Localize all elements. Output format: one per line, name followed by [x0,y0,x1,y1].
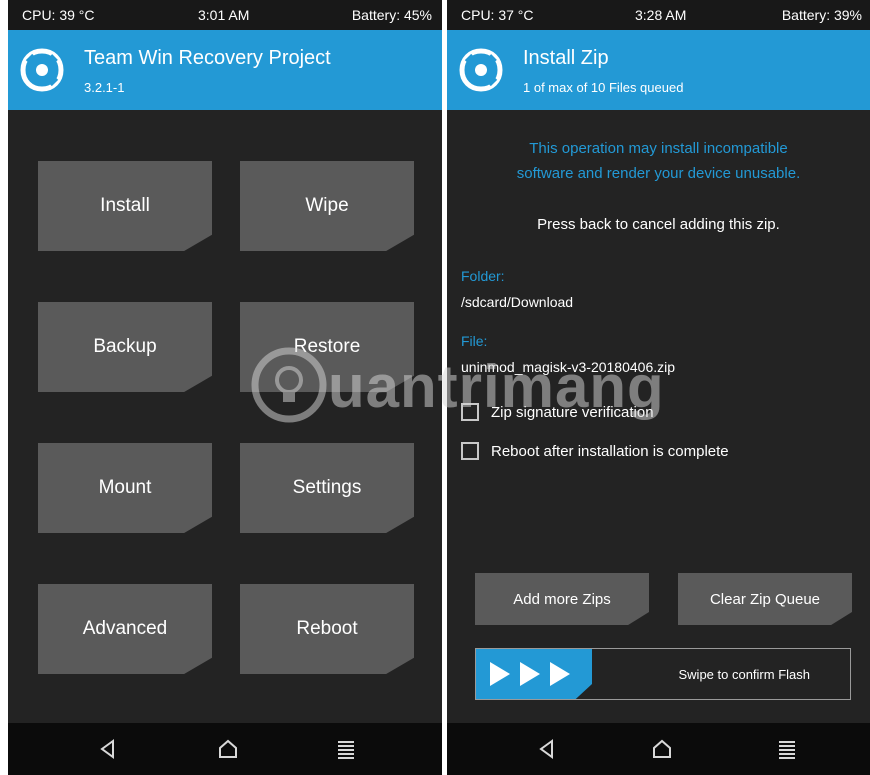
status-bar: CPU: 39 °C 3:01 AM Battery: 45% [8,0,442,30]
queue-status: 1 of max of 10 Files queued [523,80,684,95]
install-button[interactable]: Install [38,161,212,251]
warning-line-2: software and render your device unusable… [516,165,801,182]
restore-button[interactable]: Restore [240,302,414,392]
clock: 3:01 AM [198,7,250,23]
folder-label: Folder: [461,268,505,284]
app-version: 3.2.1-1 [84,80,125,95]
home-icon[interactable] [650,737,674,761]
back-icon[interactable] [96,737,120,761]
twrp-main-screen: CPU: 39 °C 3:01 AM Battery: 45% Team Win… [8,0,442,775]
menu-icon[interactable] [334,737,358,761]
header-bar: Install Zip 1 of max of 10 Files queued [447,30,870,110]
swipe-label: Swipe to confirm Flash [678,667,811,682]
twrp-logo-icon [459,48,503,92]
clock: 3:28 AM [635,7,687,23]
zip-signature-label: Zip signature verification [491,403,654,421]
battery-level: Battery: 39% [781,7,862,23]
status-bar: CPU: 37 °C 3:28 AM Battery: 39% [447,0,870,30]
zip-signature-checkbox[interactable] [461,403,479,421]
folder-path: /sdcard/Download [461,294,574,310]
zip-signature-checkbox-row[interactable]: Zip signature verification [461,401,654,423]
cancel-note: Press back to cancel adding this zip. [537,216,780,233]
mount-button[interactable]: Mount [38,443,212,533]
cpu-temp: CPU: 39 °C [22,7,95,23]
cpu-temp: CPU: 37 °C [461,7,534,23]
reboot-after-install-checkbox[interactable] [461,442,479,460]
settings-button[interactable]: Settings [240,443,414,533]
battery-level: Battery: 45% [351,7,432,23]
twrp-install-zip-screen: CPU: 37 °C 3:28 AM Battery: 39% Install … [447,0,870,775]
arrows-icon [490,662,570,686]
file-label: File: [461,333,488,349]
reboot-after-install-label: Reboot after installation is complete [491,442,729,460]
reboot-button[interactable]: Reboot [240,584,414,674]
reboot-after-install-checkbox-row[interactable]: Reboot after installation is complete [461,440,729,462]
add-more-zips-button[interactable]: Add more Zips [475,573,649,625]
wipe-button[interactable]: Wipe [240,161,414,251]
warning-line-1: This operation may install incompatible [529,140,788,157]
swipe-to-flash-slider[interactable]: Swipe to confirm Flash [475,648,851,700]
advanced-button[interactable]: Advanced [38,584,212,674]
twrp-logo-icon [20,48,64,92]
screen-title: Install Zip [523,47,609,69]
navigation-bar [447,723,870,775]
backup-button[interactable]: Backup [38,302,212,392]
app-title: Team Win Recovery Project [84,47,331,69]
back-icon[interactable] [535,737,559,761]
clear-zip-queue-button[interactable]: Clear Zip Queue [678,573,852,625]
home-icon[interactable] [216,737,240,761]
file-name: uninmod_magisk-v3-20180406.zip [461,359,676,375]
navigation-bar [8,723,442,775]
menu-icon[interactable] [775,737,799,761]
swipe-handle[interactable] [476,649,592,699]
header-bar: Team Win Recovery Project 3.2.1-1 [8,30,442,110]
